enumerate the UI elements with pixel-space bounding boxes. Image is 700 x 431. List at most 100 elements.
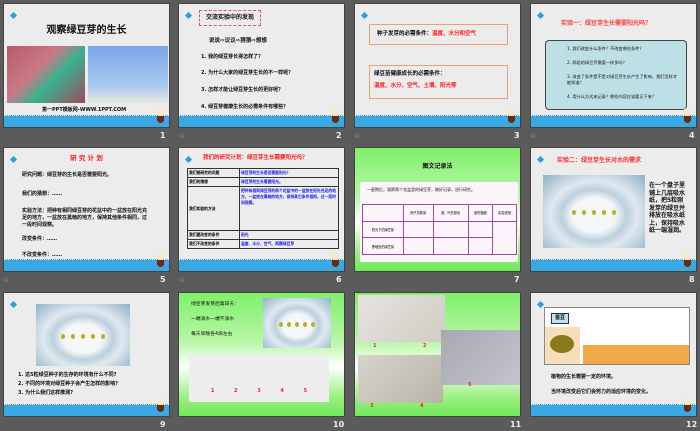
table-cell: 阳光 — [239, 230, 339, 240]
box-label: 绿豆苗健康成长的必需条件： — [374, 71, 446, 77]
slide-thumbnail-8[interactable]: 实验二：绿豆芽生长对水的需求 在一个盘子里铺上几层吸水纸，把5粒刚发芽的绿豆并排… — [530, 147, 697, 272]
slide-thumbnail-9[interactable]: 1. 这5粒绿豆种子的生存的环境有什么不同? 2. 不同的环境对绿豆种子会产生怎… — [3, 292, 170, 417]
sprout-photo — [358, 295, 445, 342]
animation-icon[interactable]: ☆ — [179, 276, 185, 284]
condition-box: 绿豆苗健康成长的必需条件： 温度、水分、空气、土壤、阳光等 — [369, 65, 508, 99]
list-item: 2. 为什么大家的绿豆芽生长的不一样呢？ — [201, 70, 294, 76]
table-cell: 绿豆芽的生长需要阳光。 — [239, 177, 339, 187]
list-item: 3. 改变了条件是不是对绿豆芽生长产生了影响，我们怎样才能知道？ — [567, 74, 678, 85]
slide-thumbnail-11[interactable]: 1 2 3 4 5 — [354, 292, 521, 417]
animation-icon[interactable]: ☆ — [530, 132, 536, 140]
table-header: 实验说明 — [491, 204, 518, 222]
list-item: 4. 用什么方式来记录？哪些内容应该要记下来？ — [567, 94, 657, 99]
diamond-icon — [536, 155, 545, 164]
sprout-label: 1 — [373, 343, 377, 349]
slide-number: 3 — [514, 131, 520, 140]
sprout-photo — [88, 46, 168, 103]
table-cell: 我们实验的方法 — [187, 186, 240, 231]
row-label: 阳光下的绿豆芽 — [362, 220, 404, 239]
text-line: 不改变条件：…… — [22, 252, 63, 258]
sprout-photo — [441, 330, 520, 385]
text-line: 每天早晚各4滴左右 — [191, 332, 233, 337]
slide-title: 观察绿豆芽的生长 — [46, 25, 127, 36]
text-line: 我们的猜想：…… — [22, 191, 63, 197]
text-line: 改变条件：…… — [22, 236, 58, 242]
slide-thumbnail-7[interactable]: 图文记录法 一星期后，观察两个花盆里的绿豆芽，做好记录，进行研究。 种子总数量茎… — [354, 147, 521, 272]
list-item: 1. 我的绿豆芽长得怎样了？ — [201, 54, 264, 60]
table-cell: 绿豆芽的生长是否需要阳光？ — [239, 168, 339, 178]
slide-thumbnail-4[interactable]: 实验一：绿豆芽生长需要阳光吗？ 1. 我们改变什么条件？不改变哪些条件？ 2. … — [530, 3, 697, 128]
bean-seed-panel — [545, 327, 580, 364]
bulb-icon — [507, 108, 516, 124]
bean-tag: 蚕豆 — [551, 313, 570, 324]
slide-number: 6 — [336, 275, 342, 284]
diamond-icon — [9, 300, 18, 309]
slide-number: 11 — [510, 420, 522, 429]
slide-thumbnail-10[interactable]: 绿豆芽发芽后第四天： 一端滴水一端不滴水 每天早晚各4滴左右 1 2 3 4 5 — [178, 292, 345, 417]
table-cell: 我们要改变的条件 — [187, 230, 240, 240]
slide-heading: 交流实验中的发现 — [199, 10, 262, 27]
sprouts-photo — [189, 354, 329, 402]
dish-photo — [543, 175, 645, 248]
animation-icon[interactable]: ☆ — [179, 132, 185, 140]
slide-thumbnail-3[interactable]: 种子发芽的必需条件：温度、水分和空气 绿豆苗健康成长的必需条件： 温度、水分、空气… — [354, 3, 521, 128]
table-header: 茎的粗细 — [467, 204, 493, 222]
slide-thumbnail-2[interactable]: 交流实验中的发现 说说⇨议议⇨猜猜⇨想想 1. 我的绿豆芽长得怎样了？ 2. 为… — [178, 3, 345, 128]
sprout-label: 4 — [280, 388, 284, 394]
sprout-label: 2 — [234, 388, 238, 394]
list-item: 2. 不同的环境对绿豆种子会产生怎样的影响? — [18, 381, 119, 387]
table-cell: 我们想研究的问题 — [187, 168, 240, 178]
slide-thumbnail-1[interactable]: 观察绿豆芽的生长 第一PPT模板网-WWW.1PPT.COM — [3, 3, 170, 128]
sprout-label: 4 — [420, 403, 424, 409]
plan-table: 我们想研究的问题 绿豆芽的生长是否需要阳光？ 我们的猜想 绿豆芽的生长需要阳光。 我… — [187, 168, 339, 249]
diamond-icon — [9, 11, 18, 20]
sprout-label: 1 — [210, 388, 215, 394]
bottom-band — [531, 115, 696, 127]
list-item: 1. 这5粒绿豆种子的生存的环境有什么不同? — [18, 372, 117, 378]
box-value: 温度、水分、空气、土壤、阳光等 — [374, 83, 457, 90]
slide-subheading: 说说⇨议议⇨猜猜⇨想想 — [209, 38, 267, 44]
list-item: 3. 怎样才能让绿豆芽生长的更好呢？ — [201, 87, 284, 93]
slide-number: 2 — [336, 131, 342, 140]
description-text: 在一个盘子里铺上几层吸水纸，把5粒刚发芽的绿豆并排放在吸水纸上，保持吸水纸一端湿… — [649, 182, 686, 234]
text-line: 研究问题：绿豆芽的生长是否需要阳光。 — [22, 172, 113, 178]
table-cell: 我们不改变的条件 — [187, 239, 240, 249]
condition-box: 种子发芽的必需条件：温度、水分和空气 — [369, 24, 508, 45]
slide-title: 实验二：绿豆芽生长对水的需求 — [557, 157, 642, 164]
slide-number: 7 — [514, 275, 520, 284]
sprout-labels: 1 2 3 4 5 — [189, 388, 329, 395]
sprout-photo — [358, 355, 443, 403]
slide-thumbnail-12[interactable]: 蚕豆 植物的生长需要一定的环境。 当环境改变后它们会努力的适应环境的变化。 — [530, 292, 697, 417]
slide-number: 4 — [689, 131, 695, 140]
sprout-label: 3 — [370, 403, 374, 409]
slide-number: 10 — [333, 420, 345, 429]
slide-title: 实验一：绿豆芽生长需要阳光吗？ — [561, 20, 652, 27]
list-item: 4. 绿豆芽健康生长的必需条件有哪些？ — [201, 104, 289, 110]
sprout-photo — [7, 46, 85, 103]
list-item: 1. 我们改变什么条件？不改变哪些条件？ — [567, 46, 644, 51]
bottom-band — [179, 259, 344, 271]
sprout-label: 5 — [303, 388, 308, 394]
table-header — [362, 204, 404, 222]
text-line: 一端滴水一端不滴水 — [191, 317, 235, 322]
animation-icon[interactable]: ☆ — [354, 132, 360, 140]
slide-thumbnail-5[interactable]: 研 究 计 划 研究问题：绿豆芽的生长是否需要阳光。 我们的猜想：…… 实验方法… — [3, 147, 170, 272]
bulb-icon — [156, 252, 165, 268]
intro-text: 一星期后，观察两个花盆里的绿豆芽，做好记录，进行研究。 — [367, 187, 475, 192]
bottom-band — [531, 259, 696, 271]
bulb-icon — [331, 252, 340, 268]
animation-icon[interactable]: ☆ — [3, 276, 9, 284]
bottom-band — [4, 115, 169, 127]
bottom-band — [531, 404, 696, 416]
bulb-icon — [683, 397, 692, 413]
slide-thumbnail-6[interactable]: 我们的研究计划：绿豆芽生长需要阳光吗？ 我们想研究的问题 绿豆芽的生长是否需要阳光… — [178, 147, 345, 272]
record-table: 种子总数量 茎、叶的颜色 茎的粗细 实验说明 阳光下的绿豆芽 黑暗处的绿豆芽 — [362, 204, 518, 256]
dish-photo — [263, 298, 331, 348]
soil-layer — [583, 345, 689, 364]
diamond-icon — [536, 300, 545, 309]
bottom-band — [4, 259, 169, 271]
text-line: 实验方法：把种有相同绿豆芽的花盆中的一盆放在阳光充足的地方，一盆放在黑暗的地方，… — [22, 208, 148, 228]
bean-seed-image — [550, 335, 574, 353]
slide-number: 5 — [160, 275, 166, 284]
bulb-icon — [683, 108, 692, 124]
